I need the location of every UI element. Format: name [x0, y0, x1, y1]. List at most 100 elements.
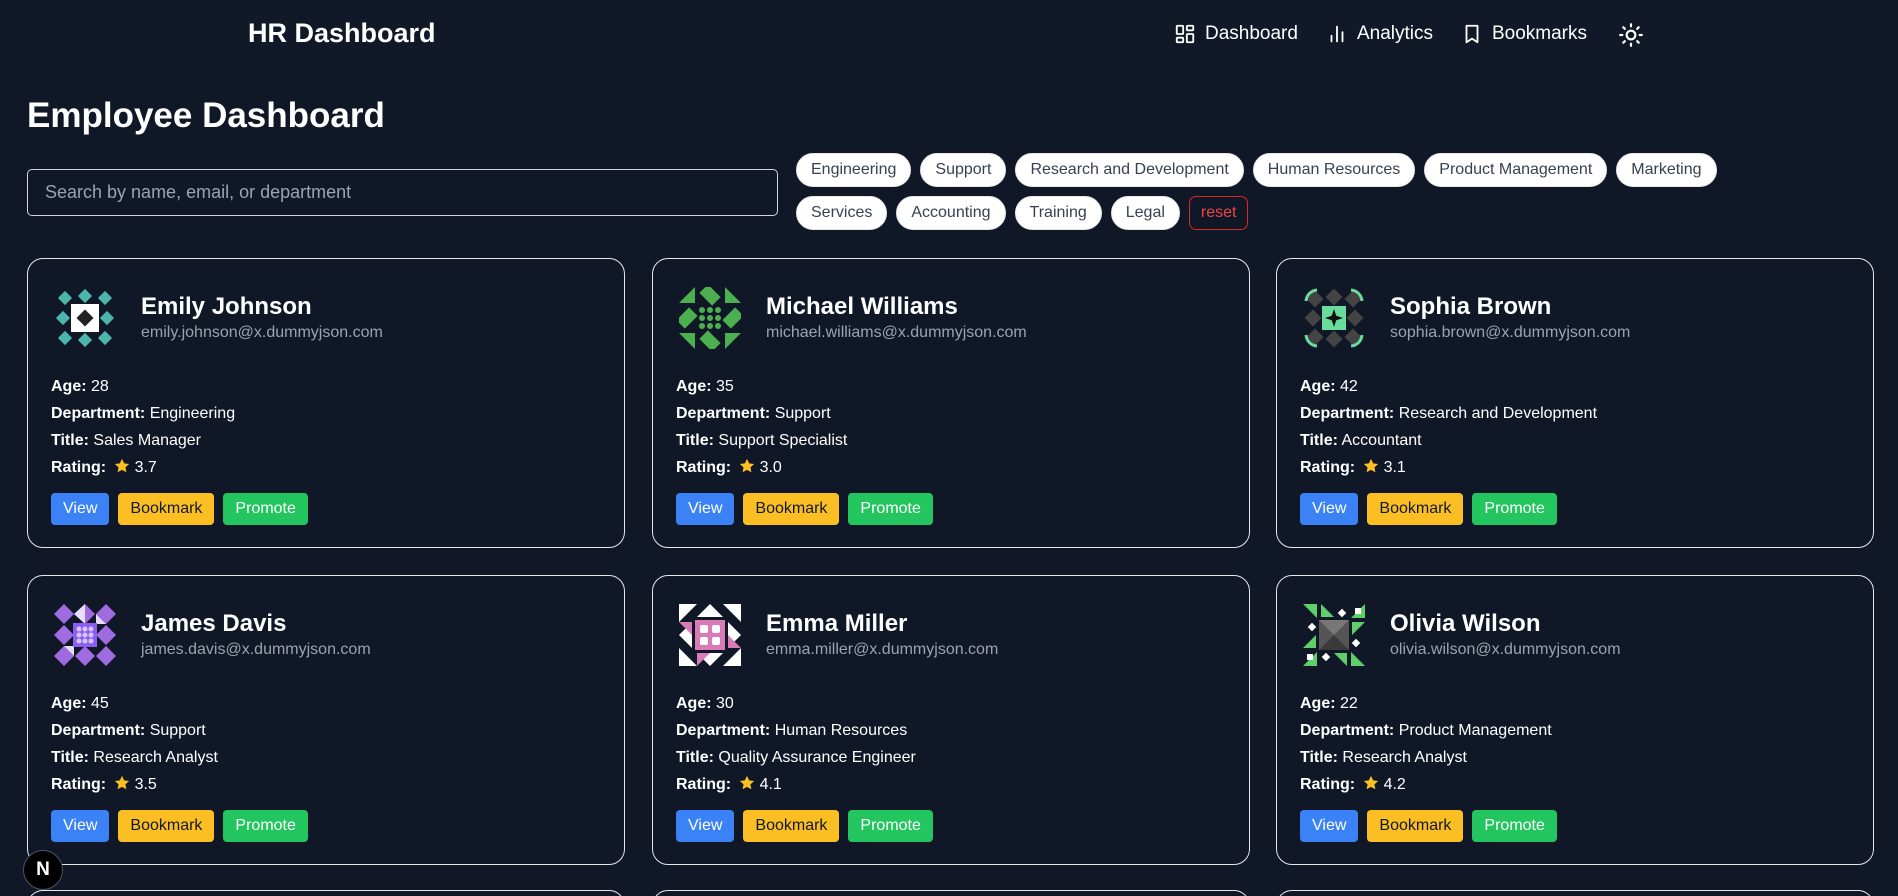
nav-dashboard-label: Dashboard [1205, 23, 1298, 44]
filter-chip-engineering[interactable]: Engineering [796, 153, 912, 187]
bar-chart-icon [1330, 25, 1344, 43]
star-icon [739, 458, 754, 473]
employee-name: Sophia Brown [1390, 293, 1552, 320]
nav-analytics[interactable]: Analytics [1326, 20, 1433, 48]
bookmark-button[interactable]: Bookmark [743, 493, 840, 525]
employee-card-partial [1276, 890, 1874, 896]
filter-chip-services[interactable]: Services [796, 196, 888, 230]
employee-name: Emma Miller [766, 610, 908, 637]
department-value: Product Management [1398, 722, 1552, 739]
department-value: Human Resources [774, 722, 908, 739]
view-button[interactable]: View [1300, 493, 1359, 525]
main-nav: Dashboard Analytics Bookmarks [1174, 20, 1615, 48]
promote-button[interactable]: Promote [848, 493, 933, 525]
nav-bookmarks[interactable]: Bookmarks [1461, 20, 1587, 48]
title-value: Accountant [1341, 432, 1422, 449]
rating-value: 3.7 [134, 459, 157, 476]
department-label: Department: [1300, 405, 1395, 422]
title-label: Title: [51, 749, 89, 766]
department-value: Support [774, 405, 831, 422]
view-button[interactable]: View [51, 810, 110, 842]
title-row: Title: Support Specialist [676, 427, 847, 454]
department-value: Engineering [149, 405, 236, 422]
star-icon [114, 458, 129, 473]
employee-details: Age: 42 Department: Research and Develop… [1300, 373, 1597, 481]
employee-card: James Davis james.davis@x.dummyjson.com … [27, 575, 625, 865]
employee-card: Emma Miller emma.miller@x.dummyjson.com … [652, 575, 1250, 865]
age-label: Age: [676, 695, 712, 712]
employee-name: Michael Williams [766, 293, 958, 320]
bookmark-button[interactable]: Bookmark [1367, 810, 1464, 842]
bookmark-button[interactable]: Bookmark [118, 810, 215, 842]
bookmark-button[interactable]: Bookmark [118, 493, 215, 525]
view-button[interactable]: View [676, 810, 735, 842]
reset-filters-button[interactable]: reset [1188, 196, 1249, 230]
theme-toggle-button[interactable] [1618, 22, 1644, 48]
star-icon [114, 775, 129, 790]
employee-details: Age: 22 Department: Product Management T… [1300, 690, 1552, 798]
promote-button[interactable]: Promote [848, 810, 933, 842]
rating-label: Rating: [1300, 776, 1356, 793]
title-row: Title: Quality Assurance Engineer [676, 744, 916, 771]
filter-chip-human-resources[interactable]: Human Resources [1252, 153, 1416, 187]
bookmark-button[interactable]: Bookmark [1367, 493, 1464, 525]
filter-chip-training[interactable]: Training [1014, 196, 1102, 230]
title-value: Research Analyst [93, 749, 218, 766]
view-button[interactable]: View [1300, 810, 1359, 842]
rating-value: 3.1 [1383, 459, 1406, 476]
promote-button[interactable]: Promote [1472, 493, 1557, 525]
age-row: Age: 35 [676, 373, 847, 400]
employee-details: Age: 35 Department: Support Title: Suppo… [676, 373, 847, 481]
view-button[interactable]: View [676, 493, 735, 525]
employee-email: olivia.wilson@x.dummyjson.com [1390, 641, 1621, 658]
sun-icon [1619, 23, 1643, 47]
department-row: Department: Support [51, 717, 218, 744]
promote-button[interactable]: Promote [223, 493, 308, 525]
nav-dashboard[interactable]: Dashboard [1174, 20, 1298, 48]
rating-row: Rating: 3.5 [51, 771, 218, 798]
promote-button[interactable]: Promote [1472, 810, 1557, 842]
view-button[interactable]: View [51, 493, 110, 525]
brand-title[interactable]: HR Dashboard [248, 18, 436, 49]
filter-chip-accounting[interactable]: Accounting [896, 196, 1006, 230]
rating-row: Rating: 3.0 [676, 454, 847, 481]
title-row: Title: Research Analyst [51, 744, 218, 771]
employee-email: emma.miller@x.dummyjson.com [766, 641, 999, 658]
filter-chip-support[interactable]: Support [920, 153, 1007, 187]
employee-card: Emily Johnson emily.johnson@x.dummyjson.… [27, 258, 625, 548]
page-title: Employee Dashboard [27, 96, 385, 135]
filter-chip-marketing[interactable]: Marketing [1616, 153, 1717, 187]
nav-analytics-label: Analytics [1356, 23, 1433, 44]
title-row: Title: Accountant [1300, 427, 1597, 454]
age-value: 45 [91, 695, 109, 712]
age-value: 42 [1340, 378, 1358, 395]
nextjs-dev-badge[interactable]: N [23, 850, 63, 890]
employee-email: emily.johnson@x.dummyjson.com [141, 324, 383, 341]
age-value: 35 [716, 378, 734, 395]
card-actions: View Bookmark Promote [51, 493, 308, 525]
department-label: Department: [676, 722, 771, 739]
employee-card-partial [27, 890, 625, 896]
filter-chip-product-management[interactable]: Product Management [1424, 153, 1608, 187]
rating-row: Rating: 3.7 [51, 454, 235, 481]
promote-button[interactable]: Promote [223, 810, 308, 842]
department-label: Department: [51, 405, 146, 422]
employee-details: Age: 45 Department: Support Title: Resea… [51, 690, 218, 798]
filter-chip-research-and-development[interactable]: Research and Development [1015, 153, 1244, 187]
rating-label: Rating: [1300, 459, 1356, 476]
employee-card: Sophia Brown sophia.brown@x.dummyjson.co… [1276, 258, 1874, 548]
employee-details: Age: 28 Department: Engineering Title: S… [51, 373, 235, 481]
employee-details: Age: 30 Department: Human Resources Titl… [676, 690, 916, 798]
rating-row: Rating: 3.1 [1300, 454, 1597, 481]
filter-chip-legal[interactable]: Legal [1110, 196, 1180, 230]
search-input[interactable] [27, 169, 778, 216]
age-row: Age: 45 [51, 690, 218, 717]
title-label: Title: [1300, 432, 1338, 449]
bookmark-button[interactable]: Bookmark [743, 810, 840, 842]
age-label: Age: [51, 378, 87, 395]
rating-row: Rating: 4.1 [676, 771, 916, 798]
department-row: Department: Engineering [51, 400, 235, 427]
top-navbar: HR Dashboard Dashboard Analytics Bookmar… [0, 0, 1898, 70]
bookmark-icon [1465, 24, 1479, 44]
rating-label: Rating: [51, 459, 107, 476]
